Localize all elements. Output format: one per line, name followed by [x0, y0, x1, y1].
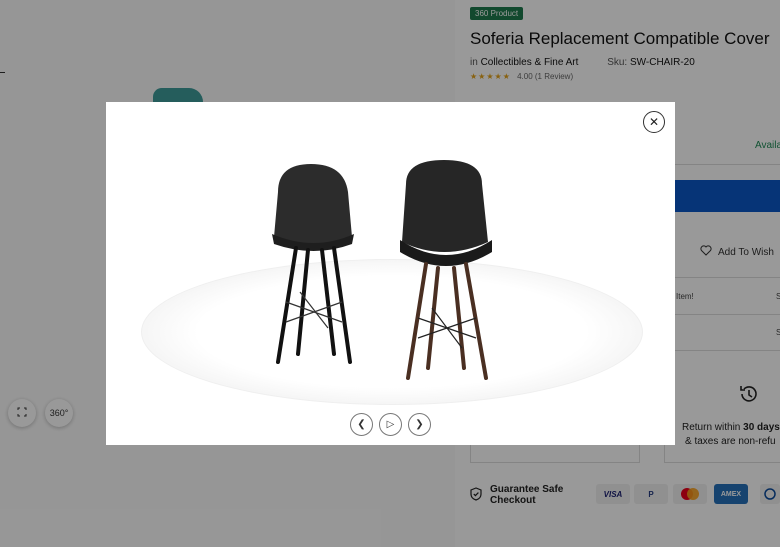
chevron-left-icon: ❮ [357, 419, 366, 430]
modal-close-button[interactable]: ✕ [643, 111, 665, 133]
product-page: 360° 360 Product Soferia Replacement Com… [0, 0, 780, 547]
play-icon: ▷ [386, 419, 395, 430]
rotate-right-button[interactable]: ❯ [408, 413, 431, 436]
close-icon: ✕ [648, 115, 660, 129]
rotate-left-button[interactable]: ❮ [350, 413, 373, 436]
play-button[interactable]: ▷ [379, 413, 402, 436]
product-360-image[interactable] [256, 152, 536, 392]
chevron-right-icon: ❯ [415, 419, 424, 430]
viewer-360-modal: ✕ ❮ ▷ ❯ [106, 102, 675, 445]
